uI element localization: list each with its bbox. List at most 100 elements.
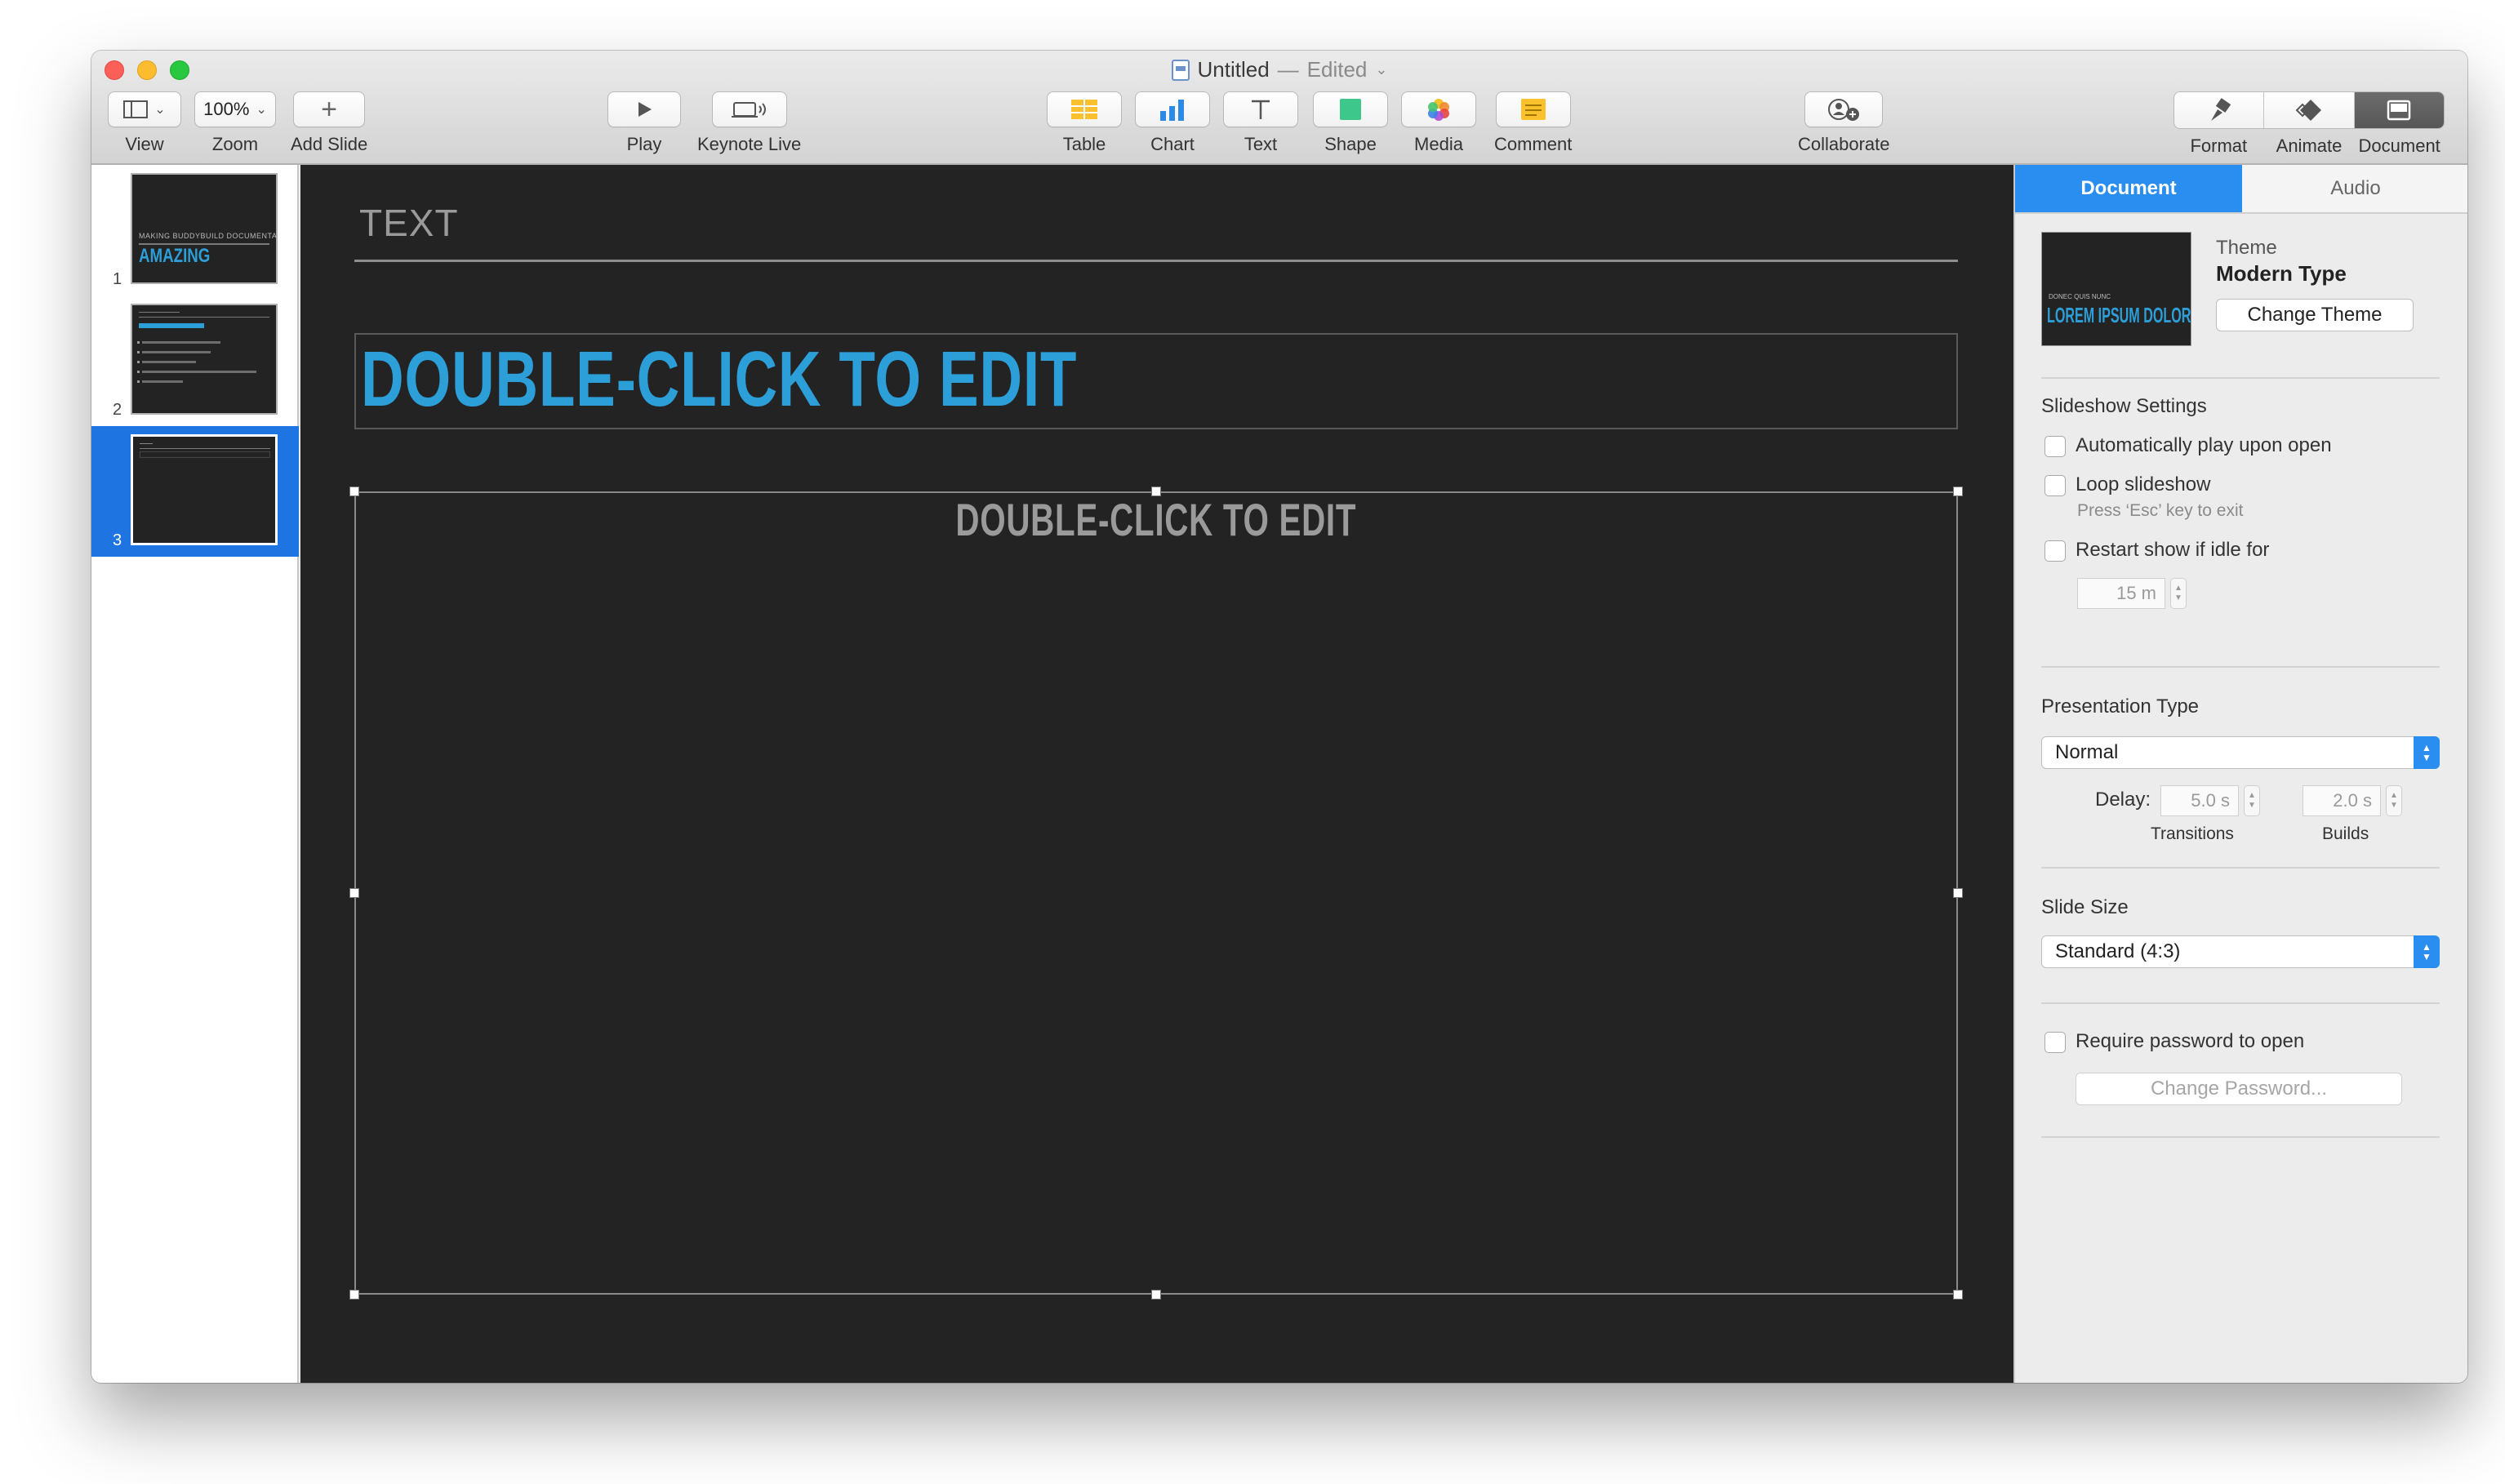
idle-time-stepper[interactable]: ▲ ▼ (2170, 578, 2187, 609)
shape-button[interactable] (1313, 91, 1388, 127)
slide-size-popup[interactable]: Standard (4:3) ▲ ▼ (2041, 935, 2440, 968)
popup-arrows-icon: ▲ ▼ (2414, 935, 2440, 968)
slide-size-heading: Slide Size (2041, 896, 2129, 918)
keynote-document-icon (1171, 59, 1190, 81)
slide-thumbnail-3[interactable]: 3 (91, 426, 299, 557)
animate-button[interactable] (2264, 92, 2355, 128)
sidebar-view-icon (123, 100, 149, 118)
change-password-button[interactable]: Change Password... (2076, 1073, 2402, 1105)
text-button[interactable] (1223, 91, 1298, 127)
slide-number: 2 (113, 401, 122, 419)
zoom-popup[interactable]: 100% ⌄ (194, 91, 276, 127)
media-label: Media (1414, 134, 1463, 154)
inspector-tabs: Document Audio (2015, 165, 2467, 214)
restart-idle-checkbox[interactable] (2044, 540, 2066, 562)
media-button[interactable] (1401, 91, 1476, 127)
format-button[interactable] (2174, 92, 2265, 128)
add-slide-tool[interactable]: + Add Slide (291, 91, 367, 155)
require-password-checkbox[interactable] (2044, 1032, 2066, 1053)
theme-thumbnail[interactable]: DONEC QUIS NUNC LOREM IPSUM DOLOR (2041, 232, 2191, 346)
comment-button[interactable] (1495, 91, 1571, 127)
theme-thumbnail-title: LOREM IPSUM DOLOR (2047, 303, 2191, 327)
play-icon (638, 102, 652, 117)
presentation-type-value: Normal (2055, 741, 2119, 763)
slide-thumbnail-1[interactable]: MAKING BUDDYBUILD DOCUMENTATION AMAZING … (91, 165, 299, 295)
slide-1-subtitle: MAKING BUDDYBUILD DOCUMENTATION (139, 232, 277, 240)
resize-handle[interactable] (349, 487, 359, 496)
transitions-delay-field[interactable]: 5.0 s (2160, 785, 2239, 816)
slide-size-value: Standard (4:3) (2055, 940, 2181, 962)
table-button[interactable] (1047, 91, 1122, 127)
shape-tool[interactable]: Shape (1313, 91, 1388, 155)
resize-handle[interactable] (349, 1290, 359, 1300)
transitions-delay-stepper[interactable]: ▲ ▼ (2244, 785, 2260, 816)
slide-2-rule (139, 317, 269, 318)
transitions-label: Transitions (2151, 824, 2234, 843)
chart-button[interactable] (1135, 91, 1210, 127)
auto-play-checkbox[interactable] (2044, 436, 2066, 457)
view-button[interactable]: ⌄ (108, 91, 181, 127)
play-button[interactable] (607, 91, 681, 127)
change-theme-button[interactable]: Change Theme (2216, 299, 2414, 331)
window-title[interactable]: Untitled — Edited ⌄ (91, 57, 2467, 82)
body-placeholder[interactable]: DOUBLE-CLICK TO EDIT (354, 491, 1958, 1295)
divider (2041, 867, 2440, 869)
collaborate-button[interactable] (1804, 91, 1884, 127)
slide-2-bullet-line (142, 380, 183, 383)
table-icon (1071, 100, 1097, 119)
chart-tool[interactable]: Chart (1135, 91, 1210, 155)
document-name: Untitled (1197, 57, 1270, 82)
resize-handle[interactable] (1953, 1290, 1963, 1300)
loop-slideshow-label[interactable]: Loop slideshow (2076, 473, 2210, 496)
idle-time-field[interactable]: 15 m (2077, 578, 2165, 609)
chart-icon (1160, 100, 1184, 121)
slide-thumbnail-2[interactable]: 2 (91, 295, 299, 426)
text-box-icon (1252, 100, 1270, 119)
animate-label: Animate (2276, 136, 2343, 156)
slide-2-bullet-line (142, 361, 196, 363)
play-label: Play (626, 134, 662, 154)
slide-header-text[interactable]: TEXT (359, 201, 459, 245)
divider (2041, 377, 2440, 379)
slide-canvas[interactable]: TEXT DOUBLE-CLICK TO EDIT DOUBLE-CLICK T… (300, 165, 2013, 1383)
slide-2-header (139, 312, 180, 313)
slide-2-preview (131, 304, 278, 415)
shape-label: Shape (1324, 134, 1377, 154)
view-tool[interactable]: ⌄ View (108, 91, 181, 155)
slide-1-preview: MAKING BUDDYBUILD DOCUMENTATION AMAZING (131, 173, 278, 284)
resize-handle[interactable] (349, 888, 359, 898)
tab-document[interactable]: Document (2015, 165, 2242, 212)
table-tool[interactable]: Table (1047, 91, 1122, 155)
slide-2-bullet-line (142, 351, 211, 353)
resize-handle[interactable] (1151, 487, 1161, 496)
zoom-tool[interactable]: 100% ⌄ Zoom (194, 91, 276, 155)
resize-handle[interactable] (1953, 487, 1963, 496)
builds-delay-field[interactable]: 2.0 s (2303, 785, 2381, 816)
builds-delay-stepper[interactable]: ▲ ▼ (2386, 785, 2402, 816)
resize-handle[interactable] (1151, 1290, 1161, 1300)
presentation-type-popup[interactable]: Normal ▲ ▼ (2041, 736, 2440, 769)
animate-diamond-icon (2295, 100, 2321, 121)
resize-handle[interactable] (1953, 888, 1963, 898)
media-tool[interactable]: Media (1401, 91, 1476, 155)
add-slide-button[interactable]: + (293, 91, 366, 127)
text-tool[interactable]: Text (1223, 91, 1298, 155)
auto-play-label[interactable]: Automatically play upon open (2076, 434, 2332, 457)
keynote-live-button[interactable] (711, 91, 787, 127)
title-placeholder[interactable]: DOUBLE-CLICK TO EDIT (354, 333, 1958, 429)
document-inspector: Document Audio DONEC QUIS NUNC LOREM IPS… (2013, 165, 2467, 1383)
play-tool[interactable]: Play (607, 91, 681, 155)
collaborate-tool[interactable]: Collaborate (1798, 91, 1890, 155)
loop-slideshow-checkbox[interactable] (2044, 475, 2066, 496)
comment-label: Comment (1494, 134, 1573, 154)
slide-2-bullet-line (142, 341, 220, 344)
zoom-value: 100% (203, 99, 250, 119)
collaborate-icon (1828, 99, 1860, 121)
require-password-label[interactable]: Require password to open (2076, 1030, 2304, 1053)
slide-3-preview (131, 434, 278, 545)
document-button[interactable] (2354, 92, 2444, 128)
keynote-live-tool[interactable]: Keynote Live (697, 91, 801, 155)
restart-idle-label[interactable]: Restart show if idle for (2076, 539, 2269, 562)
comment-tool[interactable]: Comment (1494, 91, 1572, 155)
tab-audio[interactable]: Audio (2242, 165, 2467, 212)
